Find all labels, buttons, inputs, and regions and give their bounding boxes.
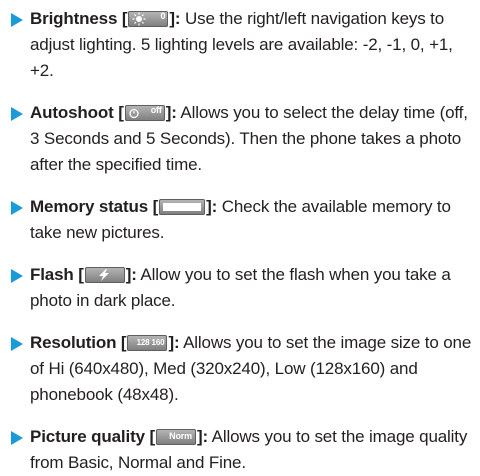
item-label: Memory status bbox=[30, 197, 149, 216]
list-item-brightness: Brightness [0]: Use the right/left navig… bbox=[0, 6, 480, 84]
bracket-close: ]: bbox=[169, 9, 181, 28]
bracket-close: ]: bbox=[125, 265, 137, 284]
brightness-icon: 0 bbox=[128, 11, 169, 27]
icon-tag: 128 160 bbox=[136, 338, 165, 347]
bracket-open: [ bbox=[121, 9, 128, 28]
flash-icon bbox=[84, 267, 125, 283]
bracket-open: [ bbox=[120, 333, 127, 352]
bracket-close: ]: bbox=[165, 103, 177, 122]
icon-tag: off bbox=[150, 105, 162, 115]
item-label: Brightness bbox=[30, 9, 118, 28]
bracket-open: [ bbox=[78, 265, 84, 284]
bullet-arrow-icon bbox=[11, 107, 23, 121]
bracket-open: [ bbox=[118, 103, 124, 122]
bracket-close: ]: bbox=[168, 333, 180, 352]
autoshoot-icon: off bbox=[124, 105, 165, 121]
bullet-arrow-icon bbox=[11, 337, 23, 351]
item-label: Autoshoot bbox=[30, 103, 114, 122]
icon-tag: Norm bbox=[169, 431, 192, 441]
list-item-flash: Flash []: Allow you to set the flash whe… bbox=[0, 262, 480, 314]
list-item-resolution: Resolution [128 160]: Allows you to set … bbox=[0, 330, 480, 408]
resolution-icon: 128 160 bbox=[127, 335, 168, 351]
bracket-close: ]: bbox=[197, 427, 209, 446]
bracket-close: ]: bbox=[206, 197, 218, 216]
bullet-arrow-icon bbox=[11, 269, 23, 283]
bracket-open: [ bbox=[152, 197, 159, 216]
memory-bar-icon bbox=[159, 199, 206, 215]
icon-tag: 0 bbox=[160, 11, 166, 21]
bullet-arrow-icon bbox=[11, 201, 23, 215]
bullet-arrow-icon bbox=[11, 431, 23, 445]
item-label: Picture quality bbox=[30, 427, 145, 446]
list-item-autoshoot: Autoshoot [off]: Allows you to select th… bbox=[0, 100, 480, 178]
bracket-open: [ bbox=[149, 427, 155, 446]
item-label: Flash bbox=[30, 265, 74, 284]
quality-icon: Norm bbox=[156, 429, 196, 445]
item-label: Resolution bbox=[30, 333, 117, 352]
list-item-picture-quality: Picture quality [Norm]: Allows you to se… bbox=[0, 424, 480, 476]
list-item-memory-status: Memory status []: Check the available me… bbox=[0, 194, 480, 246]
bullet-arrow-icon bbox=[11, 13, 23, 27]
camera-settings-list: Brightness [0]: Use the right/left navig… bbox=[0, 0, 480, 472]
